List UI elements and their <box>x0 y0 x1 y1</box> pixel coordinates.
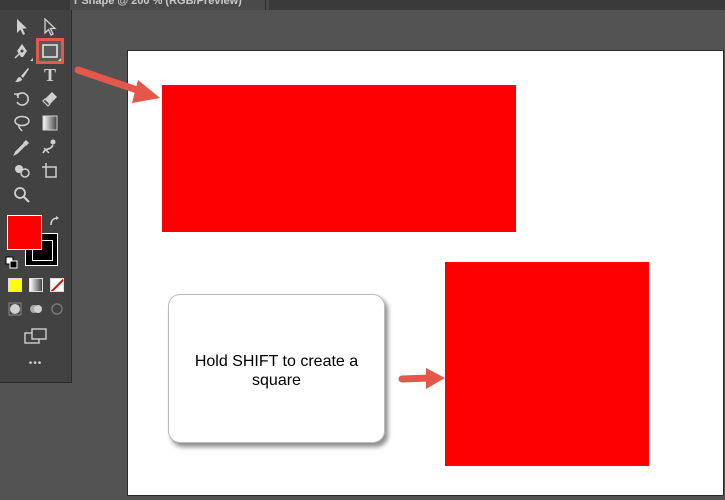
tool-flyout-indicator <box>58 58 61 61</box>
document-tab[interactable]: r Shape @ 200 % (RGB/Preview) <box>70 0 269 10</box>
type-icon: T <box>43 64 56 85</box>
eraser-tool[interactable] <box>38 88 62 110</box>
artboard-icon <box>42 163 57 178</box>
zoom-tool[interactable] <box>10 184 34 206</box>
eyedropper-icon <box>13 140 29 156</box>
puppet-warp-tool[interactable] <box>38 136 62 158</box>
callout-arrow-icon <box>398 368 445 389</box>
type-tool[interactable]: T <box>38 64 62 86</box>
artboard-tool[interactable] <box>38 160 62 182</box>
eyedropper-tool[interactable] <box>10 136 34 158</box>
tab-separator <box>265 0 266 10</box>
paintbrush-tool[interactable] <box>10 64 34 86</box>
selection-arrow-icon <box>17 19 27 35</box>
default-fill-stroke-icon[interactable] <box>5 256 19 270</box>
rectangle-tool[interactable] <box>36 38 64 64</box>
rotate-tool[interactable] <box>10 88 34 110</box>
draw-inside-icon[interactable] <box>50 302 64 316</box>
pen-tool[interactable] <box>10 40 34 62</box>
selection-tool[interactable] <box>10 16 34 38</box>
puppet-warp-icon <box>42 139 56 154</box>
red-square-shape[interactable] <box>445 262 649 466</box>
eraser-icon <box>42 92 57 107</box>
document-tab-bar: r Shape @ 200 % (RGB/Preview) <box>0 0 725 10</box>
rotate-icon <box>14 92 29 106</box>
pen-icon <box>14 44 27 59</box>
direct-selection-tool[interactable] <box>38 16 62 38</box>
zoom-icon <box>14 187 30 203</box>
draw-normal-icon[interactable] <box>8 302 22 316</box>
shape-builder-icon <box>15 165 30 178</box>
gradient-icon <box>42 115 58 131</box>
lasso-icon <box>14 115 30 132</box>
direct-selection-arrow-icon <box>44 18 57 36</box>
callout-text: Hold SHIFT to create a square <box>194 353 359 389</box>
draw-behind-icon[interactable] <box>29 302 43 316</box>
tool-flyout-indicator <box>30 58 33 61</box>
instruction-callout: Hold SHIFT to create a square <box>168 294 385 443</box>
swap-fill-stroke-icon[interactable] <box>48 215 62 229</box>
paintbrush-icon <box>15 68 29 82</box>
none-mode-button[interactable] <box>50 278 64 292</box>
fill-color-swatch[interactable] <box>7 215 42 250</box>
rectangle-icon <box>42 44 58 58</box>
shape-builder-tool[interactable] <box>10 160 34 182</box>
color-mode-button[interactable] <box>8 278 22 292</box>
red-rectangle-shape[interactable] <box>162 85 516 232</box>
gradient-mode-button[interactable] <box>29 278 43 292</box>
edit-toolbar-button[interactable]: ••• <box>0 358 71 369</box>
lasso-tool[interactable] <box>10 112 34 134</box>
gradient-tool[interactable] <box>38 112 62 134</box>
none-slash-icon <box>51 279 63 291</box>
screen-mode-icon[interactable] <box>24 327 48 345</box>
pointer-arrow-icon <box>74 66 160 103</box>
tools-panel: T ••• <box>0 10 72 383</box>
